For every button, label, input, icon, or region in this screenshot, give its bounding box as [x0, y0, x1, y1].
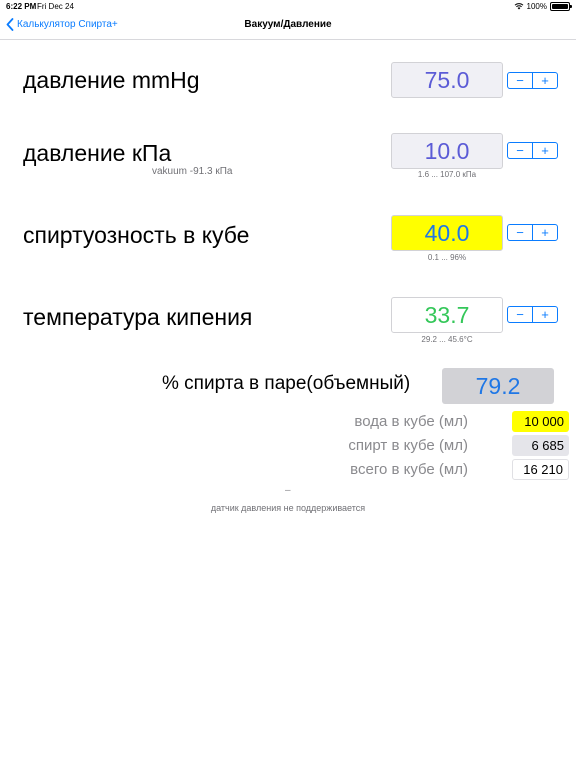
pot-total-value: 16 210	[512, 459, 569, 480]
sensor-reading: –	[285, 485, 291, 496]
pressure-kpa-decrement-button[interactable]: −	[508, 143, 532, 158]
pot-alcohol-label: спиртуозность в кубе	[23, 222, 250, 248]
boiling-temp-range: 29.2 ... 45.6°C	[421, 335, 473, 344]
status-time: 6:22 PM	[6, 2, 37, 11]
sensor-unsupported-note: датчик давления не поддерживается	[210, 503, 366, 513]
pressure-kpa-field[interactable]: 10.0	[391, 133, 503, 169]
vacuum-readout: vakuum -91.3 кПа	[152, 166, 233, 177]
pressure-mmhg-stepper[interactable]: − +	[507, 72, 558, 89]
vapor-alcohol-label: % спирта в паре(объемный)	[162, 373, 411, 394]
page-title: Вакуум/Давление	[244, 19, 332, 30]
nav-divider	[0, 39, 576, 40]
pressure-mmhg-decrement-button[interactable]: −	[508, 73, 532, 88]
pot-alcohol-field[interactable]: 40.0	[391, 215, 503, 251]
vapor-alcohol-value: 79.2	[442, 368, 554, 404]
pressure-mmhg-field[interactable]: 75.0	[391, 62, 503, 98]
boiling-temp-increment-button[interactable]: +	[533, 307, 557, 322]
battery-icon	[550, 1, 572, 11]
boiling-temp-decrement-button[interactable]: −	[508, 307, 532, 322]
status-indicators: 100%	[514, 1, 572, 11]
pressure-mmhg-increment-button[interactable]: +	[533, 73, 557, 88]
pot-spirit-value: 6 685	[512, 435, 569, 456]
pot-total-label: всего в кубе (мл)	[350, 461, 468, 478]
pressure-kpa-range: 1.6 ... 107.0 кПа	[417, 170, 477, 179]
pressure-kpa-label: давление кПа	[23, 140, 172, 166]
pressure-kpa-stepper[interactable]: − +	[507, 142, 558, 159]
pot-water-label: вода в кубе (мл)	[354, 413, 468, 430]
pot-alcohol-stepper[interactable]: − +	[507, 224, 558, 241]
status-date: Fri Dec 24	[37, 2, 74, 11]
pressure-mmhg-label: давление mmHg	[23, 67, 200, 93]
battery-percent: 100%	[526, 1, 547, 11]
pot-spirit-label: спирт в кубе (мл)	[348, 437, 468, 454]
boiling-temp-label: температура кипения	[23, 304, 253, 330]
boiling-temp-field[interactable]: 33.7	[391, 297, 503, 333]
pot-water-field[interactable]: 10 000	[512, 411, 569, 432]
pot-alcohol-increment-button[interactable]: +	[533, 225, 557, 240]
pot-alcohol-range: 0.1 ... 96%	[427, 253, 467, 262]
pot-alcohol-decrement-button[interactable]: −	[508, 225, 532, 240]
pressure-kpa-increment-button[interactable]: +	[533, 143, 557, 158]
wifi-icon	[514, 3, 523, 10]
boiling-temp-stepper[interactable]: − +	[507, 306, 558, 323]
